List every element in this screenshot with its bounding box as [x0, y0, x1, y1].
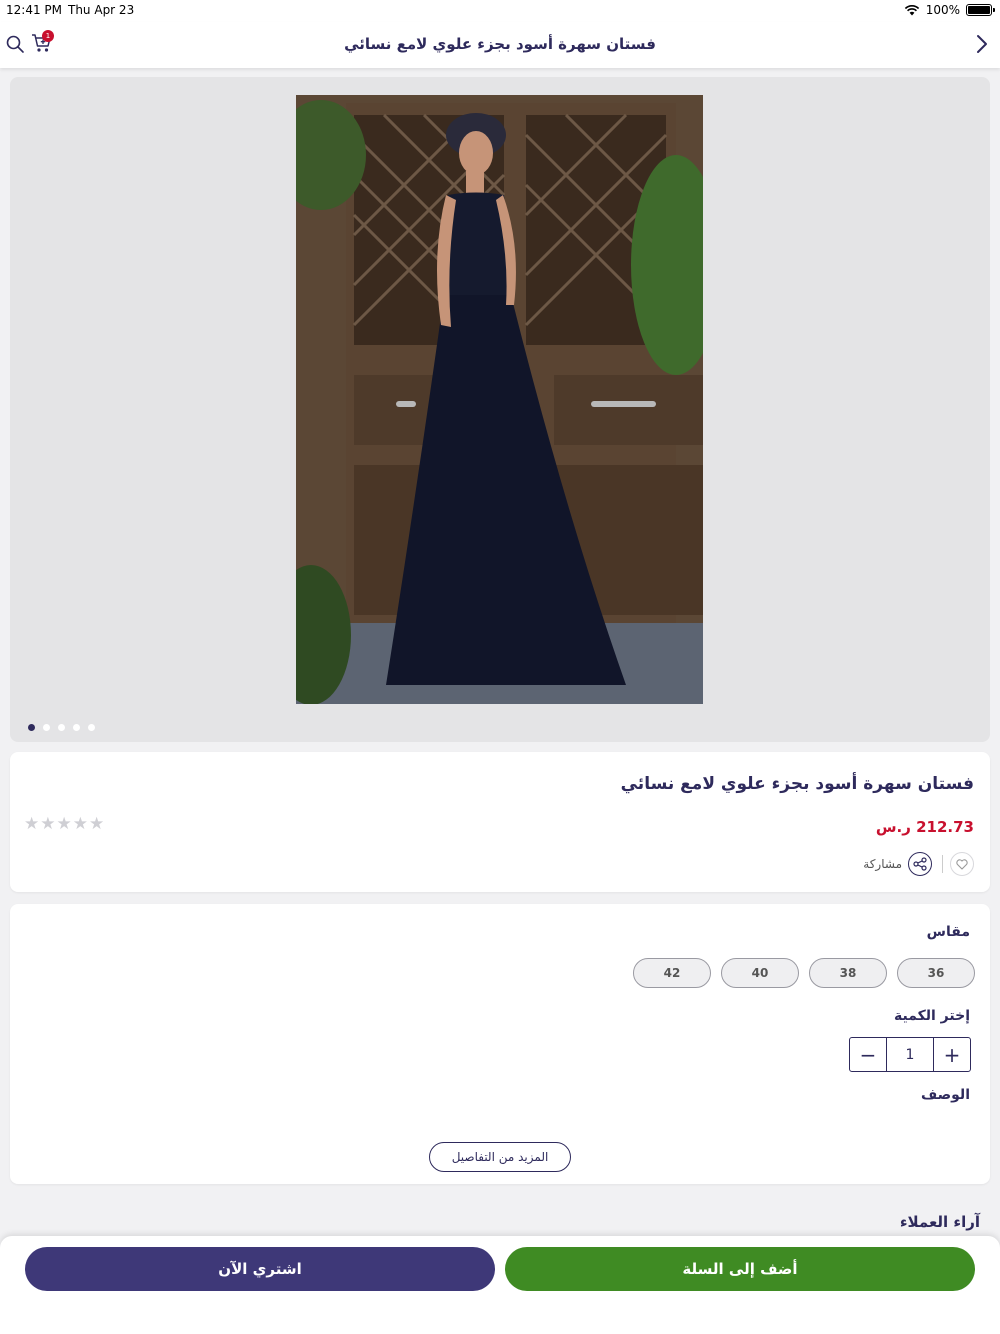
share-label: مشاركة: [863, 857, 902, 871]
product-title: فستان سهرة أسود بجزء علوي لامع نسائي: [620, 774, 974, 794]
product-info-card: فستان سهرة أسود بجزء علوي لامع نسائي ★ ★…: [10, 752, 990, 892]
star-icon: ★: [89, 814, 105, 834]
bottom-action-bar: اشتري الآن أضف إلى السلة: [0, 1236, 1000, 1334]
star-icon: ★: [56, 814, 72, 834]
wifi-icon: [904, 5, 919, 16]
description-label: الوصف: [920, 1087, 970, 1103]
gallery-pagination[interactable]: [28, 724, 95, 731]
battery-icon: [966, 4, 995, 16]
share-button[interactable]: مشاركة: [863, 852, 932, 876]
battery-level: [968, 6, 990, 14]
size-option[interactable]: 40: [721, 958, 799, 988]
pagination-dot[interactable]: [73, 724, 80, 731]
add-to-cart-button[interactable]: أضف إلى السلة: [505, 1247, 975, 1291]
pagination-dot[interactable]: [28, 724, 35, 731]
pagination-dot[interactable]: [58, 724, 65, 731]
size-option[interactable]: 42: [633, 958, 711, 988]
divider: [942, 855, 943, 873]
quantity-stepper: − 1 +: [849, 1037, 971, 1072]
battery-percent: 100%: [925, 3, 960, 17]
size-label: مقاس: [926, 924, 970, 940]
decrease-quantity-button[interactable]: −: [850, 1038, 886, 1071]
customer-reviews-heading: آراء العملاء: [899, 1213, 980, 1231]
product-price: 212.73 ر.س: [875, 818, 974, 836]
status-bar: 12:41 PM Thu Apr 23 100%: [0, 0, 1000, 22]
rating-stars[interactable]: ★ ★ ★ ★ ★: [24, 816, 104, 833]
share-icon: [908, 852, 932, 876]
size-selector: 36 38 40 42: [633, 958, 975, 988]
product-image-gallery[interactable]: [10, 77, 990, 742]
nav-bar: 1 فستان سهرة أسود بجزء علوي لامع نسائي: [0, 22, 1000, 68]
product-options-card: مقاس 36 38 40 42 إختر الكمية − 1 + الوصف…: [10, 904, 990, 1184]
favorite-button[interactable]: [950, 852, 974, 876]
status-indicators: 100%: [904, 3, 995, 17]
buy-now-button[interactable]: اشتري الآن: [25, 1247, 495, 1291]
heart-icon: [956, 858, 968, 870]
pagination-dot[interactable]: [43, 724, 50, 731]
star-icon: ★: [40, 814, 56, 834]
pagination-dot[interactable]: [88, 724, 95, 731]
size-option[interactable]: 38: [809, 958, 887, 988]
increase-quantity-button[interactable]: +: [934, 1038, 970, 1071]
chevron-right-icon[interactable]: [974, 33, 990, 55]
more-details-button[interactable]: المزيد من التفاصيل: [429, 1142, 571, 1172]
status-date: Thu Apr 23: [68, 3, 135, 17]
quantity-value[interactable]: 1: [886, 1038, 934, 1071]
product-photo[interactable]: [296, 95, 703, 704]
page-title: فستان سهرة أسود بجزء علوي لامع نسائي: [344, 35, 656, 53]
status-time: 12:41 PM: [6, 3, 62, 17]
size-option[interactable]: 36: [897, 958, 975, 988]
product-image: [296, 95, 703, 704]
star-icon: ★: [72, 814, 88, 834]
quantity-label: إختر الكمية: [894, 1008, 970, 1024]
star-icon: ★: [24, 814, 40, 834]
